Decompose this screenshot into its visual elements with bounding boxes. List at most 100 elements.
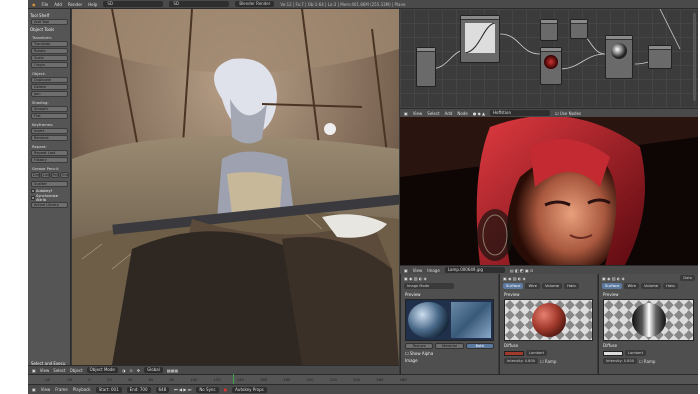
tab-surface[interactable]: Surface <box>602 283 623 289</box>
image-select[interactable]: Lamp.000649.jpg <box>444 267 505 273</box>
layers-icon[interactable]: ▦▦▦ <box>167 368 178 373</box>
input-node[interactable] <box>416 47 436 87</box>
remove-keyframe-button[interactable]: Remove <box>31 135 68 141</box>
origin-button[interactable]: Origin <box>31 62 68 68</box>
preview-header[interactable]: Preview <box>500 292 597 297</box>
tab-wire[interactable]: Wire <box>624 283 640 289</box>
context-icons[interactable]: ▣ ◉ ▧ ◐ ◈ Data <box>599 274 698 282</box>
mode-select[interactable]: Object Mode <box>86 367 118 373</box>
diffuse-color-swatch[interactable] <box>603 350 623 356</box>
tab-halo[interactable]: Halo <box>663 283 678 289</box>
mix-node[interactable] <box>540 19 558 41</box>
tab-halo[interactable]: Halo <box>564 283 579 289</box>
preview-header[interactable]: Preview <box>599 292 698 297</box>
node-menu-add[interactable]: Add <box>445 111 453 116</box>
context-icons[interactable]: ▣ ◉ ▧ ◐ ◈ <box>401 274 498 282</box>
intensity-field[interactable]: Intensity: 0.800 <box>504 358 539 364</box>
insert-keyframe-button[interactable]: Insert <box>31 128 68 134</box>
flat-button[interactable]: Flat <box>31 113 68 119</box>
record-icon[interactable]: ● <box>224 387 228 392</box>
texture-name-field[interactable]: Image Mode <box>404 283 454 289</box>
editor-type-icon[interactable]: ▣ <box>404 268 408 273</box>
manipulator-icon[interactable]: ✥ <box>137 368 140 373</box>
3d-viewport[interactable] <box>72 9 399 365</box>
timeline-ruler[interactable]: -40 -20 0 20 40 60 80 100 120 140 160 18… <box>28 374 698 384</box>
material-node[interactable] <box>605 35 633 79</box>
ramp-checkbox[interactable]: ☐ Ramp <box>639 359 655 364</box>
current-frame-field[interactable]: 648 <box>155 386 170 393</box>
ramp-checkbox[interactable]: ☐ Ramp <box>540 359 556 364</box>
end-frame-field[interactable]: End: 700 <box>126 386 151 393</box>
node-editor[interactable] <box>400 9 698 108</box>
render-result-view[interactable] <box>400 117 698 265</box>
viewport-menu-select[interactable]: Select <box>53 368 65 373</box>
node-menu-view[interactable]: View <box>413 111 423 116</box>
object-tools-header[interactable]: Object Tools <box>30 27 69 32</box>
history-button[interactable]: History <box>31 157 68 163</box>
timeline-menu-frame[interactable]: Frame <box>55 387 67 392</box>
data-select[interactable]: Data <box>680 275 695 281</box>
gp-poly-button[interactable]: Poly <box>50 172 60 178</box>
image-header[interactable]: Image <box>401 358 498 363</box>
timeline-menu-playback[interactable]: Playback <box>73 387 91 392</box>
rgb-curves-node[interactable] <box>460 15 500 63</box>
tab-volume[interactable]: Volume <box>542 283 563 289</box>
editor-type-icon[interactable]: ▣ <box>32 387 36 392</box>
orientation-select[interactable]: Global <box>144 367 163 373</box>
use-nodes-checkbox[interactable]: ☑ Use Nodes <box>555 111 581 116</box>
playback-controls-icon[interactable]: ⏮ ◀ ▶ ⏭ <box>174 387 191 392</box>
scale-button[interactable]: Scale <box>31 55 68 61</box>
viewport-menu-object[interactable]: Object <box>70 368 83 373</box>
diffuse-shader-select[interactable]: Lambert <box>526 350 548 356</box>
math-node[interactable] <box>570 19 588 39</box>
sync-select[interactable]: No Sync <box>196 386 219 393</box>
image-display-icons[interactable]: ▤ ◧ ◩ ▣ ⊡ <box>510 268 534 273</box>
tab-surface[interactable]: Surface <box>503 283 524 289</box>
sync-attrib-checkbox[interactable]: Synchronize Attrib <box>31 194 69 202</box>
tab-wire[interactable]: Wire <box>525 283 541 289</box>
gp-erase-button[interactable]: Erase <box>60 172 69 178</box>
node-menu-node[interactable]: Node <box>457 111 467 116</box>
diffuse-header[interactable]: Diffuse <box>599 343 698 348</box>
active-library-button[interactable]: Active Library <box>31 202 68 208</box>
editor-type-icon[interactable]: ▣ <box>404 111 408 116</box>
image-menu-image[interactable]: Image <box>427 268 440 273</box>
blender-logo-icon[interactable]: ◉ <box>32 2 36 7</box>
timeline-menu-view[interactable]: View <box>41 387 51 392</box>
translate-button[interactable]: Translate <box>31 41 68 47</box>
duplicate-button[interactable]: Duplicate <box>31 77 68 83</box>
viewport-menu-view[interactable]: View <box>40 368 50 373</box>
node-menu-select[interactable]: Select <box>427 111 439 116</box>
tab-volume[interactable]: Volume <box>641 283 662 289</box>
menu-render[interactable]: Render <box>68 2 82 7</box>
gp-line-button[interactable]: Line <box>40 172 50 178</box>
join-button[interactable]: Join <box>31 91 68 97</box>
preview-material-button[interactable]: Material <box>435 343 464 349</box>
render-engine-select[interactable]: Blender Render <box>235 1 275 7</box>
repeat-last-button[interactable]: Repeat Last <box>31 150 68 156</box>
show-alpha-checkbox[interactable]: ☐ Show Alpha <box>401 351 498 356</box>
start-frame-field[interactable]: Start: 001 <box>95 386 122 393</box>
scene-select[interactable]: SD <box>169 1 230 7</box>
menu-file[interactable]: File <box>42 2 49 7</box>
node-editor-scrollbar[interactable] <box>693 13 696 101</box>
output-node[interactable] <box>648 45 672 69</box>
preview-header[interactable]: Preview <box>401 292 498 297</box>
texture-node[interactable] <box>540 47 562 85</box>
smooth-button[interactable]: Smooth <box>31 106 68 112</box>
diffuse-shader-select[interactable]: Lambert <box>625 350 647 356</box>
diffuse-color-swatch[interactable] <box>504 350 524 356</box>
preview-both-button[interactable]: Both <box>465 343 494 349</box>
pivot-icon[interactable]: ⊙ <box>129 368 132 373</box>
scatter-button[interactable]: Scatter <box>31 181 68 187</box>
context-icons[interactable]: ▣ ◉ ▧ ◐ ◈ <box>500 274 597 282</box>
editor-type-icon[interactable]: ▣ <box>32 368 36 373</box>
preview-texture-button[interactable]: Texture <box>405 343 434 349</box>
material-select[interactable]: Hoffstion <box>490 110 551 116</box>
diffuse-header[interactable]: Diffuse <box>500 343 597 348</box>
shading-icon[interactable]: ◑ <box>122 368 126 373</box>
node-type-icons[interactable]: ● ◆ ▲ <box>473 111 485 116</box>
menu-add[interactable]: Add <box>54 2 62 7</box>
delete-button[interactable]: Delete <box>31 84 68 90</box>
screen-layout-select[interactable]: SD <box>103 1 164 7</box>
